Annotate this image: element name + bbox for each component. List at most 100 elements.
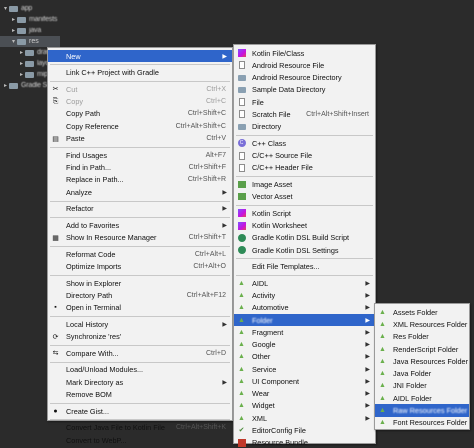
- menu-item-java-resources-folder[interactable]: ▲ Java Resources Folder: [375, 355, 469, 367]
- menu-item-android-resource-file[interactable]: Android Resource File: [234, 59, 375, 71]
- menu-item-c-class[interactable]: C C++ Class: [234, 137, 375, 149]
- blank-icon: [51, 250, 60, 259]
- android-icon: ▲: [238, 414, 245, 422]
- tree-item-app[interactable]: ▾ app: [0, 3, 32, 14]
- menu-item-kotlin-script[interactable]: Kotlin Script: [234, 207, 375, 219]
- menu-item-reformat-code[interactable]: Reformat Code Ctrl+Alt+L: [48, 248, 232, 260]
- menu-item-wear[interactable]: ▲ Wear ▶: [234, 388, 375, 400]
- menu-item-show-in-explorer[interactable]: Show in Explorer: [48, 277, 232, 289]
- menu-separator: [50, 200, 230, 202]
- menu-item-open-in-terminal[interactable]: ▪ Open in Terminal: [48, 302, 232, 314]
- menu-item-gradle-kotlin-dsl-settings[interactable]: Gradle Kotlin DSL Settings: [234, 244, 375, 256]
- menu-separator: [50, 316, 230, 318]
- menu-item-remove-bom[interactable]: Remove BOM: [48, 388, 232, 400]
- tree-item-manifests[interactable]: ▸ manifests: [0, 14, 57, 25]
- menu-item-ui-component[interactable]: ▲ UI Component ▶: [234, 375, 375, 387]
- menu-item-local-history[interactable]: Local History ▶: [48, 318, 232, 330]
- menu-item-google[interactable]: ▲ Google ▶: [234, 339, 375, 351]
- menu-item-assets-folder[interactable]: ▲ Assets Folder: [375, 306, 469, 318]
- menu-item-refactor[interactable]: Refactor ▶: [48, 203, 232, 215]
- menu-item-label: Analyze: [66, 187, 92, 197]
- blank-icon: [51, 122, 60, 131]
- menu-item-link-c-project-with-gradle[interactable]: Link C++ Project with Gradle: [48, 67, 232, 79]
- menu-item-aidl-folder[interactable]: ▲ AIDL Folder: [375, 392, 469, 404]
- tree-item-java[interactable]: ▸ java: [0, 25, 41, 36]
- menu-item-scratch-file[interactable]: Scratch File Ctrl+Alt+Shift+Insert: [234, 108, 375, 120]
- menu-item-sample-data-directory[interactable]: Sample Data Directory: [234, 84, 375, 96]
- menu-item-show-in-resource-manager[interactable]: ▦ Show In Resource Manager Ctrl+Shift+T: [48, 232, 232, 244]
- tree-item-res[interactable]: ▾ res: [0, 36, 60, 47]
- android-icon: ▲: [379, 345, 386, 353]
- menu-item-editorconfig-file[interactable]: ✔ EditorConfig File: [234, 424, 375, 436]
- menu-item-synchronize-res[interactable]: ⟳ Synchronize 'res': [48, 331, 232, 343]
- menu-item-renderscript-folder[interactable]: ▲ RenderScript Folder: [375, 343, 469, 355]
- menu-item-vector-asset[interactable]: Vector Asset: [234, 191, 375, 203]
- menu-separator: [50, 81, 230, 82]
- menu-item-optimize-imports[interactable]: Optimize Imports Ctrl+Alt+O: [48, 260, 232, 272]
- menu-item-xml-resources-folder[interactable]: ▲ XML Resources Folder: [375, 318, 469, 330]
- menu-item-paste[interactable]: ▤ Paste Ctrl+V: [48, 133, 232, 145]
- blank-icon: [51, 109, 60, 118]
- menu-item-add-to-favorites[interactable]: Add to Favorites ▶: [48, 219, 232, 231]
- menu-item-other[interactable]: ▲ Other ▶: [234, 351, 375, 363]
- menu-item-create-gist[interactable]: ● Create Gist...: [48, 405, 232, 417]
- menu-item-label: Raw Resources Folder: [393, 406, 468, 416]
- menu-item-android-resource-directory[interactable]: Android Resource Directory: [234, 72, 375, 84]
- menu-item-raw-resources-folder[interactable]: ▲ Raw Resources Folder: [375, 404, 469, 417]
- shortcut-text: Ctrl+Alt+L: [194, 250, 226, 258]
- folder-icon: [17, 27, 26, 34]
- menu-item-find-in-path[interactable]: Find in Path... Ctrl+Shift+F: [48, 161, 232, 173]
- menu-item-label: Folder: [252, 315, 273, 325]
- expand-arrow-icon[interactable]: ▸: [18, 71, 25, 78]
- menu-item-find-usages[interactable]: Find Usages Alt+F7: [48, 149, 232, 161]
- expand-arrow-icon[interactable]: ▸: [2, 82, 9, 89]
- menu-item-font-resources-folder[interactable]: ▲ Font Resources Folder: [375, 417, 469, 429]
- menu-item-label: Reformat Code: [66, 249, 116, 259]
- menu-item-new[interactable]: New ▶: [48, 50, 232, 63]
- menu-item-directory-path[interactable]: Directory Path Ctrl+Alt+F12: [48, 289, 232, 301]
- submenu-arrow-icon: ▶: [365, 317, 370, 324]
- menu-item-widget[interactable]: ▲ Widget ▶: [234, 400, 375, 412]
- menu-item-compare-with[interactable]: ⇆ Compare With... Ctrl+D: [48, 347, 232, 359]
- menu-item-convert-java-file-to-kotlin-file[interactable]: Convert Java File to Kotlin File Ctrl+Alt…: [48, 422, 232, 434]
- menu-item-resource-bundle[interactable]: Resource Bundle: [234, 437, 375, 448]
- menu-item-java-folder[interactable]: ▲ Java Folder: [375, 368, 469, 380]
- expand-arrow-icon[interactable]: ▸: [18, 60, 25, 67]
- expand-arrow-icon[interactable]: ▸: [18, 49, 25, 56]
- menu-item-directory[interactable]: Directory: [234, 121, 375, 133]
- menu-item-label: Automotive: [252, 303, 289, 313]
- menu-item-gradle-kotlin-dsl-build-script[interactable]: Gradle Kotlin DSL Build Script: [234, 232, 375, 244]
- expand-arrow-icon[interactable]: ▾: [10, 38, 17, 45]
- sync-icon: ⟳: [52, 333, 59, 341]
- menu-item-c-c-header-file[interactable]: C/C++ Header File: [234, 162, 375, 174]
- android-icon: ▲: [379, 370, 386, 378]
- menu-item-jni-folder[interactable]: ▲ JNI Folder: [375, 380, 469, 392]
- menu-item-convert-to-webp[interactable]: Convert to WebP...: [48, 434, 232, 446]
- menu-item-edit-file-templates[interactable]: Edit File Templates...: [234, 261, 375, 273]
- expand-arrow-icon[interactable]: ▸: [10, 16, 17, 23]
- menu-item-mark-directory-as[interactable]: Mark Directory as ▶: [48, 376, 232, 388]
- expand-arrow-icon[interactable]: ▾: [2, 5, 9, 12]
- menu-item-service[interactable]: ▲ Service ▶: [234, 363, 375, 375]
- menu-item-copy-path[interactable]: Copy Path Ctrl+Shift+C: [48, 108, 232, 120]
- menu-item-c-c-source-file[interactable]: C/C++ Source File: [234, 149, 375, 161]
- menu-item-label: Copy Reference: [66, 121, 119, 131]
- menu-item-automotive[interactable]: ▲ Automotive ▶: [234, 302, 375, 314]
- image-asset-icon: [237, 192, 246, 201]
- menu-item-analyze[interactable]: Analyze ▶: [48, 186, 232, 198]
- menu-item-file[interactable]: File: [234, 96, 375, 108]
- menu-item-aidl[interactable]: ▲ AIDL ▶: [234, 277, 375, 289]
- menu-item-folder[interactable]: ▲ Folder ▶: [234, 314, 375, 327]
- expand-arrow-icon[interactable]: ▸: [10, 27, 17, 34]
- menu-item-activity[interactable]: ▲ Activity ▶: [234, 290, 375, 302]
- menu-item-res-folder[interactable]: ▲ Res Folder: [375, 331, 469, 343]
- menu-item-kotlin-file-class[interactable]: Kotlin File/Class: [234, 47, 375, 59]
- menu-item-image-asset[interactable]: Image Asset: [234, 178, 375, 190]
- menu-item-load-unload-modules[interactable]: Load/Unload Modules...: [48, 364, 232, 376]
- menu-item-fragment[interactable]: ▲ Fragment ▶: [234, 326, 375, 338]
- menu-item-kotlin-worksheet[interactable]: Kotlin Worksheet: [234, 219, 375, 231]
- menu-item-copy-reference[interactable]: Copy Reference Ctrl+Alt+Shift+C: [48, 120, 232, 132]
- menu-item-xml[interactable]: ▲ XML ▶: [234, 412, 375, 424]
- menu-item-replace-in-path[interactable]: Replace in Path... Ctrl+Shift+R: [48, 174, 232, 186]
- android-icon: ▲: [379, 320, 386, 328]
